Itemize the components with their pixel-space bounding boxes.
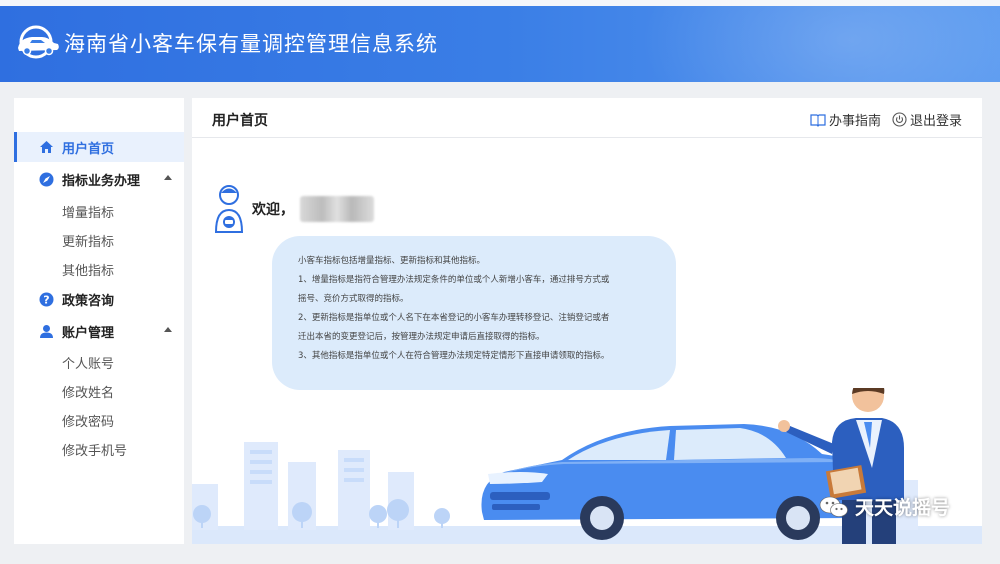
- car-logo-icon: [18, 25, 59, 59]
- watermark-text: 天天说摇号: [854, 497, 950, 519]
- question-icon: ?: [38, 291, 54, 307]
- guide-link-label: 办事指南: [829, 114, 882, 129]
- home-icon: [38, 139, 54, 155]
- avatar: [214, 185, 244, 233]
- header-glow: [640, 0, 1000, 82]
- sidebar-item-label: 账户管理: [62, 325, 115, 341]
- city-car-illustration: [192, 388, 982, 544]
- info-line: 摇号、竞价方式取得的指标。: [298, 294, 409, 304]
- info-line: 2、更新指标是指单位或个人名下在本省登记的小客车办理转移登记、注销登记或者: [298, 313, 610, 323]
- sidebar-item-policy-consult[interactable]: ? 政策咨询: [14, 284, 184, 314]
- sidebar-subitem-change-name[interactable]: 修改姓名: [62, 382, 114, 401]
- info-line: 3、其他指标是指单位或个人在符合管理办法规定特定情形下直接申请领取的指标。: [298, 351, 610, 361]
- sidebar-item-label: 政策咨询: [62, 293, 115, 309]
- chevron-up-icon: [164, 327, 172, 332]
- chevron-up-icon: [164, 175, 172, 180]
- welcome-text: 欢迎，: [252, 202, 294, 218]
- user-icon: [38, 323, 54, 339]
- main-header: 用户首页 办事指南 退出登录: [192, 98, 982, 138]
- compass-icon: [38, 171, 54, 187]
- page-title: 用户首页: [212, 113, 268, 129]
- sidebar-subitem-other-quota[interactable]: 其他指标: [62, 260, 114, 279]
- sidebar-subitem-personal-account[interactable]: 个人账号: [62, 353, 114, 372]
- sidebar-item-label: 用户首页: [62, 141, 115, 157]
- info-line: 1、增量指标是指符合管理办法规定条件的单位或个人新增小客车，通过排号方式或: [298, 275, 610, 285]
- redacted-username: [300, 196, 374, 222]
- power-icon: [892, 112, 907, 127]
- info-line: 小客车指标包括增量指标、更新指标和其他指标。: [298, 256, 486, 266]
- sidebar-nav: 用户首页 指标业务办理 增量指标 更新指标 其他指标 ? 政策咨询 账户管理 个…: [14, 98, 184, 544]
- app-header: 海南省小客车保有量调控管理信息系统: [0, 0, 1000, 82]
- logout-link-label: 退出登录: [910, 114, 963, 129]
- sidebar-item-quota-business[interactable]: 指标业务办理: [14, 164, 184, 194]
- wechat-icon: [819, 495, 849, 519]
- app-title: 海南省小客车保有量调控管理信息系统: [64, 32, 438, 56]
- sidebar-subitem-increment-quota[interactable]: 增量指标: [62, 202, 114, 221]
- sidebar-subitem-update-quota[interactable]: 更新指标: [62, 231, 114, 250]
- sidebar-item-home[interactable]: 用户首页: [14, 132, 184, 162]
- info-bubble: 小客车指标包括增量指标、更新指标和其他指标。 1、增量指标是指符合管理办法规定条…: [272, 236, 676, 390]
- main-panel: 用户首页 办事指南 退出登录 欢迎， 小客车指标包括增量指标、更新指标和其他指标…: [192, 98, 982, 544]
- watermark: 天天说摇号: [819, 493, 950, 520]
- info-line: 迁出本省的变更登记后，按管理办法规定申请后直接取得的指标。: [298, 332, 545, 342]
- sidebar-item-account-management[interactable]: 账户管理: [14, 316, 184, 346]
- welcome-row: 欢迎，: [214, 184, 374, 234]
- sidebar-subitem-change-password[interactable]: 修改密码: [62, 411, 114, 430]
- guide-link[interactable]: 办事指南: [810, 110, 881, 129]
- sidebar-subitem-change-phone[interactable]: 修改手机号: [62, 440, 127, 459]
- sidebar-item-label: 指标业务办理: [62, 173, 141, 189]
- logout-link[interactable]: 退出登录: [892, 110, 962, 129]
- book-icon: [810, 113, 826, 127]
- svg-text:?: ?: [43, 293, 49, 306]
